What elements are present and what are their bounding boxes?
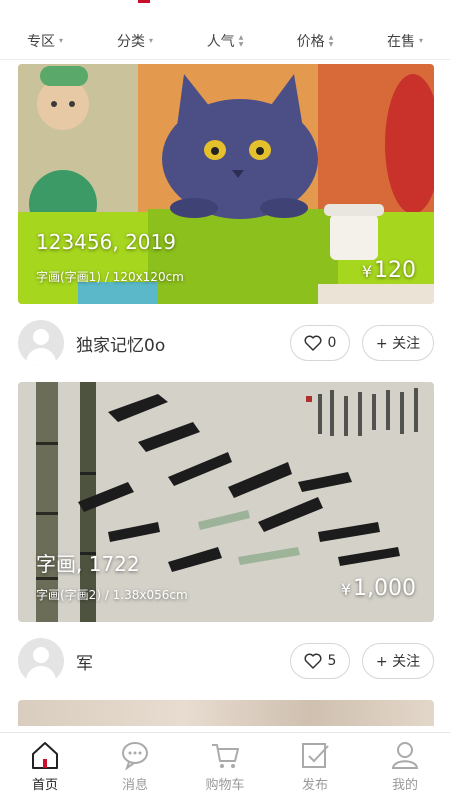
price-value: 120 [374, 258, 416, 283]
filter-price-label: 价格 [296, 33, 325, 50]
cart-icon [212, 744, 239, 768]
like-count: 5 [327, 653, 337, 669]
tab-profile[interactable]: 我的 [360, 733, 450, 800]
filter-price[interactable]: 价格 ▲ ▼ [270, 22, 360, 59]
home-icon [32, 742, 58, 769]
filter-on-sale[interactable]: 在售 ▾ [360, 22, 450, 59]
filter-zone[interactable]: 专区 ▾ [0, 22, 90, 59]
filter-category[interactable]: 分类 ▾ [90, 22, 180, 59]
tab-home[interactable]: 首页 [0, 733, 90, 800]
follow-button[interactable]: + 关注 [362, 325, 434, 361]
filter-on-sale-label: 在售 [386, 33, 415, 50]
currency-symbol: ¥ [361, 262, 372, 281]
tab-profile-label: 我的 [391, 778, 418, 793]
filter-zone-label: 专区 [26, 33, 55, 50]
artwork-subtitle: 字画(字画2) / 1.38x056cm [36, 588, 188, 602]
chevron-down-icon: ▾ [418, 35, 423, 45]
accent-mark [138, 0, 150, 3]
avatar[interactable] [18, 638, 64, 684]
artwork-meta-row: 独家记忆0o 0 + 关注 [18, 304, 434, 382]
artwork-meta-row: 军 5 + 关注 [18, 622, 434, 700]
heart-icon [304, 653, 322, 669]
like-count: 0 [327, 335, 337, 351]
publish-icon [302, 743, 329, 768]
chevron-down-icon: ▾ [58, 35, 63, 45]
bottom-tab-bar: 首页 消息 购物车 发布 我的 [0, 732, 450, 800]
message-icon [122, 742, 148, 770]
username[interactable]: 军 [76, 649, 290, 674]
filter-popularity-label: 人气 [206, 33, 235, 50]
tab-messages-label: 消息 [121, 778, 148, 793]
artwork-subtitle: 字画(字画1) / 120x120cm [36, 270, 184, 284]
currency-symbol: ¥ [340, 580, 352, 599]
artwork-feed: 123456, 2019 字画(字画1) / 120x120cm ¥120 独家… [18, 64, 434, 726]
sort-icon: ▲ ▼ [238, 33, 244, 48]
username[interactable]: 独家记忆0o [76, 331, 290, 356]
tab-publish-label: 发布 [301, 778, 328, 793]
sort-icon: ▲ ▼ [328, 33, 334, 48]
status-strip [0, 0, 450, 18]
artwork-price: ¥120 [362, 258, 416, 283]
tab-cart-label: 购物车 [205, 778, 245, 793]
tab-publish[interactable]: 发布 [270, 733, 360, 800]
profile-icon [391, 742, 419, 769]
filter-category-label: 分类 [116, 33, 145, 50]
tab-messages[interactable]: 消息 [90, 733, 180, 800]
heart-icon [304, 335, 322, 351]
artwork-image-card-1[interactable]: 123456, 2019 字画(字画1) / 120x120cm ¥120 [18, 64, 434, 304]
tab-home-label: 首页 [31, 778, 58, 793]
filter-popularity[interactable]: 人气 ▲ ▼ [180, 22, 270, 59]
artwork-image-card-3-peek[interactable] [18, 700, 434, 726]
like-button[interactable]: 5 [290, 643, 350, 679]
chevron-down-icon: ▾ [148, 35, 153, 45]
artwork-title: 字画, 1722 [36, 552, 140, 576]
artwork-price: ¥1,000 [341, 576, 416, 601]
follow-button[interactable]: + 关注 [362, 643, 434, 679]
filter-bar: 专区 ▾ 分类 ▾ 人气 ▲ ▼ 价格 ▲ ▼ 在售 ▾ [0, 22, 450, 60]
artwork-image-card-2[interactable]: 字画, 1722 字画(字画2) / 1.38x056cm ¥1,000 [18, 382, 434, 622]
price-value: 1,000 [353, 576, 416, 601]
like-button[interactable]: 0 [290, 325, 350, 361]
artwork-title: 123456, 2019 [36, 230, 176, 254]
avatar[interactable] [18, 320, 64, 366]
tab-cart[interactable]: 购物车 [180, 733, 270, 800]
